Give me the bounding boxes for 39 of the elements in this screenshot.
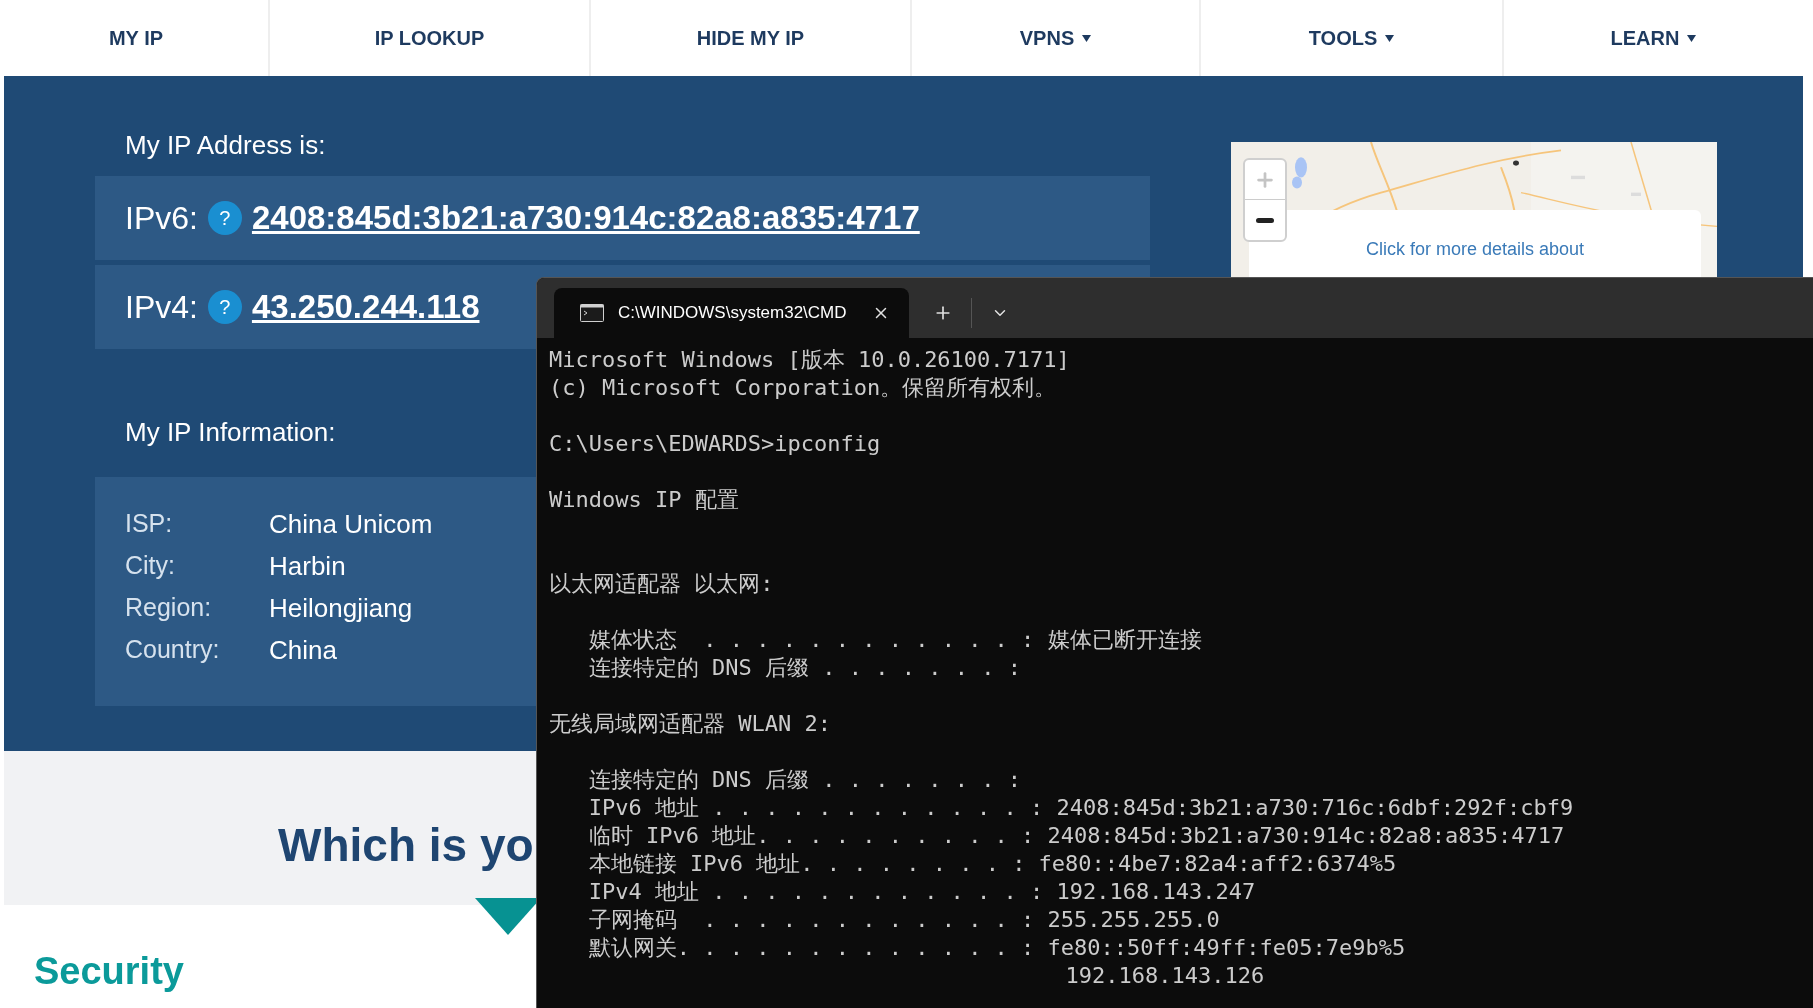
info-value: China Unicom [269, 507, 433, 541]
terminal-line: 本地链接 IPv6 地址. . . . . . . . : fe80::4be7:82a4:aff2:6374%5 [587, 850, 1398, 878]
map-popup[interactable]: Click for more details about [1249, 210, 1701, 277]
terminal-line: 媒体状态 . . . . . . . . . . . . : 媒体已断开连接 [587, 626, 1203, 654]
terminal-line: Microsoft Windows [版本 10.0.26100.7171] [549, 346, 1071, 374]
terminal-line: Windows IP 配置 [549, 486, 740, 514]
terminal-line: 连接特定的 DNS 后缀 . . . . . . . : [587, 766, 1022, 794]
ip-link[interactable]: 43.250.244.118 [251, 282, 480, 332]
section-heading: My IP Address is: [125, 129, 326, 160]
section-heading: My IP Information: [125, 416, 336, 447]
nav-link[interactable]: MY IP [4, 0, 268, 76]
ip-label: IPv4: [125, 288, 198, 327]
terminal-line: 子网掩码 . . . . . . . . . . . . : 255.255.255.0 [587, 906, 1221, 934]
card-title: Security [34, 949, 184, 994]
info-label: Region: [125, 592, 213, 624]
help-badge[interactable]: ? [207, 290, 242, 324]
terminal-line: C:\Users\EDWARDS>ipconfig [549, 430, 882, 458]
section-title: Which is yo [278, 818, 534, 873]
terminal-line: 连接特定的 DNS 后缀 . . . . . . . : [587, 654, 1022, 682]
info-value: China [269, 633, 337, 667]
tab-title: C:\WINDOWS\system32\CMD [618, 302, 848, 325]
terminal-line: 192.168.143.126 [1064, 962, 1266, 990]
ip-label: IPv6: [125, 199, 198, 238]
terminal-line: 临时 IPv6 地址. . . . . . . . . . : 2408:845d:3b21:a730:914c:82a8:a835:4717 [587, 822, 1566, 850]
terminal-line: 默认网关. . . . . . . . . . . . . : fe80::50ff:49ff:fe05:7e9b%5 [587, 934, 1407, 962]
terminal-line: (c) Microsoft Corporation。保留所有权利。 [549, 374, 1058, 402]
info-value: Harbin [269, 549, 346, 583]
help-badge[interactable]: ? [207, 201, 242, 235]
terminal-line: 以太网适配器 以太网: [549, 570, 775, 598]
popup-link[interactable]: Click for more details about [1365, 236, 1585, 260]
terminal-line: 无线局域网适配器 WLAN 2: [549, 710, 832, 738]
info-label: City: [125, 550, 176, 582]
info-label: Country: [125, 634, 221, 666]
info-value: Heilongjiang [269, 591, 413, 625]
info-label: ISP: [125, 508, 174, 540]
ip-link[interactable]: 2408:845d:3b21:a730:914c:82a8:a835:4717 [251, 193, 920, 243]
terminal-line: IPv4 地址 . . . . . . . . . . . . : 192.168.143.247 [587, 878, 1257, 906]
terminal-line: IPv6 地址 . . . . . . . . . . . . : 2408:845d:3b21:a730:716c:6dbf:292f:cbf9 [587, 794, 1575, 822]
terminal-tab[interactable]: C:\WINDOWS\system32\CMD [554, 288, 909, 338]
